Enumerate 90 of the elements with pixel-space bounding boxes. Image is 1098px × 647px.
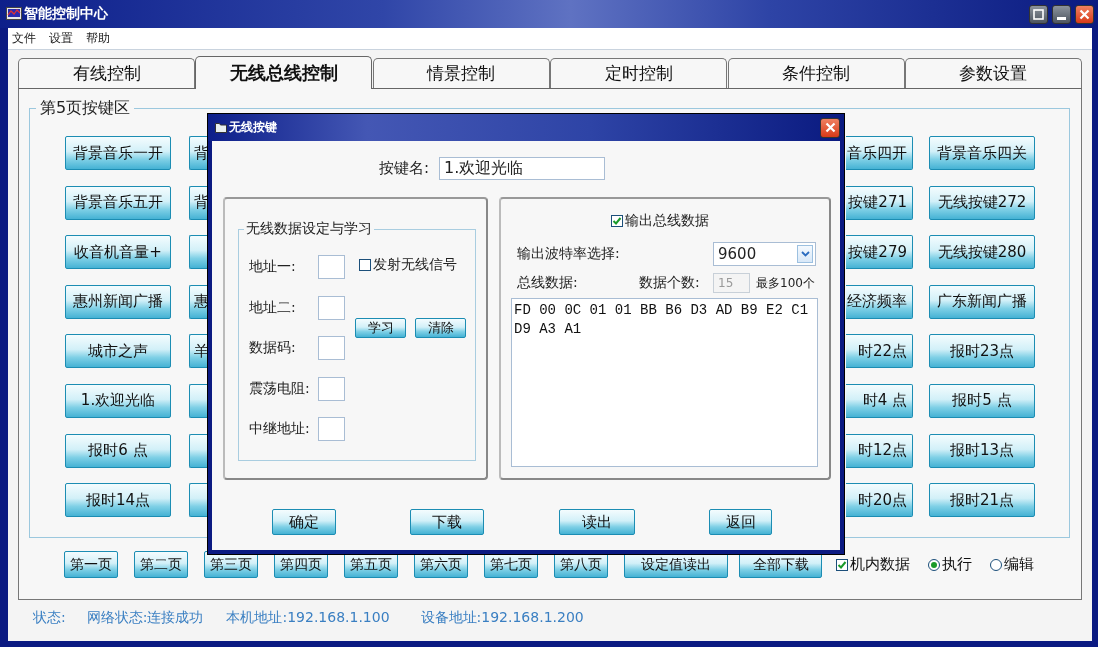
key-button[interactable]: 按键279 bbox=[846, 235, 913, 270]
checkbox[interactable] bbox=[836, 558, 848, 571]
key-button[interactable]: 经济频率 bbox=[846, 284, 913, 319]
field-label: 地址二: bbox=[249, 298, 297, 317]
key-button[interactable]: 收音机音量+ bbox=[65, 235, 171, 270]
radio-label: 执行 bbox=[942, 555, 972, 574]
field-label: 中继地址: bbox=[249, 420, 311, 438]
status-text: 本机地址:192.168.1.100 bbox=[226, 609, 390, 627]
folder-icon bbox=[215, 122, 227, 133]
minimize-button[interactable] bbox=[1052, 4, 1071, 24]
hint-text: 最多100个 bbox=[756, 274, 815, 292]
tab[interactable]: 定时控制 bbox=[550, 58, 728, 88]
key-button[interactable]: 背景音乐五开 bbox=[65, 185, 171, 220]
restore-button[interactable] bbox=[1029, 4, 1048, 24]
input-field[interactable] bbox=[318, 255, 345, 279]
key-button[interactable]: 时4 点 bbox=[846, 383, 913, 418]
close-button[interactable] bbox=[1075, 4, 1094, 24]
key-button[interactable]: 音乐四开 bbox=[846, 136, 913, 170]
key-button[interactable]: 城市之声 bbox=[65, 334, 171, 369]
key-button[interactable]: 惠州新闻广播 bbox=[65, 284, 171, 319]
window-title: 智能控制中心 bbox=[24, 5, 109, 23]
checkbox-label: 输出总线数据 bbox=[625, 212, 709, 230]
app-icon bbox=[6, 7, 22, 21]
input-field[interactable] bbox=[318, 295, 345, 320]
key-button[interactable]: 报时14点 bbox=[65, 483, 171, 518]
learn-button[interactable]: 学习 bbox=[355, 317, 406, 338]
key-button[interactable]: 报时23点 bbox=[929, 334, 1035, 369]
group-title: 无线数据设定与学习 bbox=[244, 220, 374, 238]
key-button[interactable]: 报时6 点 bbox=[65, 433, 171, 468]
checkbox-label: 发射无线信号 bbox=[373, 256, 457, 274]
group-title: 第5页按键区 bbox=[36, 98, 135, 119]
menu-item[interactable]: 帮助 bbox=[86, 30, 110, 47]
dialog-button[interactable]: 读出 bbox=[559, 509, 635, 535]
status-text: 网络状态:连接成功 bbox=[86, 609, 204, 627]
tab[interactable]: 情景控制 bbox=[372, 58, 550, 88]
key-name-field[interactable]: 1.欢迎光临 bbox=[439, 157, 606, 180]
dialog-button[interactable]: 返回 bbox=[709, 509, 772, 535]
field-label: 数据个数: bbox=[639, 274, 701, 292]
key-button[interactable]: 按键271 bbox=[846, 185, 913, 220]
minimize-icon bbox=[1057, 16, 1066, 20]
tab[interactable]: 无线总线控制 bbox=[195, 56, 373, 89]
key-button[interactable]: 报时13点 bbox=[929, 433, 1035, 468]
clear-button[interactable]: 清除 bbox=[415, 317, 466, 338]
key-button[interactable]: 时20点 bbox=[846, 483, 913, 518]
key-button[interactable]: 时22点 bbox=[846, 334, 913, 369]
key-button[interactable]: 背景音乐一开 bbox=[65, 136, 171, 170]
key-button[interactable]: 无线按键272 bbox=[929, 185, 1035, 220]
menu-item[interactable]: 文件 bbox=[12, 30, 36, 47]
menu-item[interactable]: 设置 bbox=[49, 30, 73, 47]
field-label: 按键名: bbox=[379, 159, 430, 178]
checkbox-label: 机内数据 bbox=[850, 555, 910, 574]
key-button[interactable]: 报时5 点 bbox=[929, 383, 1035, 418]
window-icon bbox=[1033, 8, 1044, 20]
field-label: 地址一: bbox=[249, 258, 297, 276]
field-label: 总线数据: bbox=[517, 274, 579, 292]
close-icon bbox=[824, 122, 836, 133]
radio-button[interactable] bbox=[928, 558, 940, 571]
field-label: 输出波特率选择: bbox=[517, 245, 621, 263]
dialog-title: 无线按键 bbox=[229, 119, 278, 136]
caret-icon bbox=[800, 251, 810, 257]
close-icon bbox=[1079, 8, 1090, 20]
dropdown-button[interactable] bbox=[797, 245, 813, 263]
key-button[interactable]: 无线按键280 bbox=[929, 235, 1035, 270]
tab[interactable]: 条件控制 bbox=[727, 58, 905, 88]
checkbox[interactable] bbox=[611, 215, 623, 227]
dialog-button[interactable]: 确定 bbox=[272, 509, 336, 535]
field-label: 数据码: bbox=[249, 339, 297, 357]
dialog-button[interactable]: 下载 bbox=[410, 509, 484, 535]
radio-label: 编辑 bbox=[1004, 555, 1034, 574]
status-text: 设备地址:192.168.1.200 bbox=[420, 609, 584, 627]
close-button[interactable] bbox=[820, 117, 840, 138]
key-button[interactable]: 报时21点 bbox=[929, 483, 1035, 518]
input-field[interactable] bbox=[318, 336, 345, 360]
radio-button[interactable] bbox=[990, 558, 1002, 571]
checkbox[interactable] bbox=[359, 259, 371, 271]
key-button[interactable]: 1.欢迎光临 bbox=[65, 383, 171, 418]
input-field[interactable] bbox=[318, 417, 345, 441]
field-label: 震荡电阻: bbox=[249, 379, 311, 398]
tab[interactable]: 参数设置 bbox=[904, 58, 1082, 88]
page-button[interactable]: 第一页 bbox=[64, 551, 118, 578]
key-button[interactable]: 背景音乐四关 bbox=[929, 136, 1035, 170]
key-button[interactable]: 时12点 bbox=[846, 433, 913, 468]
status-text: 状态: bbox=[33, 609, 66, 627]
input-field[interactable] bbox=[318, 376, 345, 401]
page-button[interactable]: 第二页 bbox=[134, 551, 188, 578]
key-button[interactable]: 广东新闻广播 bbox=[929, 284, 1035, 319]
bus-data-field[interactable]: FD 00 0C 01 01 BB B6 D3 AD B9 E2 C1 D9 A3 A1 bbox=[511, 298, 818, 467]
dropdown-value: 9600 bbox=[718, 245, 757, 263]
baud-rate-dropdown[interactable]: 9600 bbox=[713, 242, 816, 266]
tab[interactable]: 有线控制 bbox=[18, 58, 195, 88]
